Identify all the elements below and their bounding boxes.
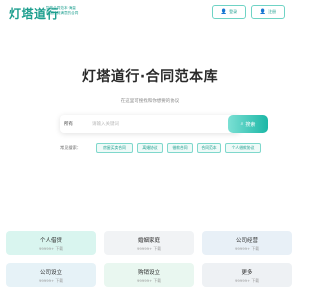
category-count: 99999+ 下载: [38, 278, 64, 283]
common-tag[interactable]: 借款合同: [167, 143, 193, 153]
register-button[interactable]: 👤 注册: [251, 5, 285, 19]
register-label: 注册: [268, 9, 277, 14]
common-tag[interactable]: 合同范本: [197, 143, 221, 153]
category-count: 99999+ 下载: [38, 246, 64, 251]
login-button[interactable]: 👤 登录: [212, 5, 246, 19]
page-title: 灯塔道行·合同范本库: [81, 69, 219, 85]
common-tag[interactable]: 房屋买卖合同: [96, 143, 133, 153]
category-title: 婚姻家庭: [137, 238, 160, 244]
category-title: 公司经营: [235, 238, 258, 244]
category-card-personal-loan[interactable]: 个人借贷 99999+ 下载: [6, 231, 96, 255]
category-count: 99999+ 下载: [234, 278, 260, 283]
category-card-more[interactable]: 更多 99999+ 下载: [202, 263, 292, 287]
search-category-select[interactable]: 所有: [64, 121, 73, 127]
page-subtitle: 在这里可搜找和你想要的协议: [120, 99, 180, 104]
category-card-marriage-family[interactable]: 婚姻家庭 99999+ 下载: [104, 231, 194, 255]
common-search-label: 常见搜索：: [60, 145, 81, 150]
common-tag[interactable]: 个人借款协议: [225, 143, 261, 153]
category-title: 更多: [241, 270, 253, 276]
top-navigation: 灯塔道行 智能合同范本·海量 助您找到满意的合同 👤 登录 👤 注册: [0, 0, 300, 28]
search-input[interactable]: [92, 118, 187, 130]
category-title: 公司设立: [39, 270, 62, 276]
category-count: 99999+ 下载: [234, 246, 260, 251]
search-icon: ⌕: [240, 120, 244, 127]
category-count: 99999+ 下载: [136, 278, 162, 283]
category-card-company-setup[interactable]: 公司设立 99999+ 下载: [6, 263, 96, 287]
search-button[interactable]: ⌕ 搜索: [228, 115, 268, 133]
tagline-line-2: 助您找到满意的合同: [46, 11, 79, 15]
user-icon: 👤: [220, 8, 228, 15]
search-box: 所有: [60, 115, 240, 133]
common-tag[interactable]: 离婚协议: [137, 143, 163, 153]
category-title: 购销设立: [137, 270, 160, 276]
login-label: 登录: [229, 9, 238, 14]
category-card-purchase-sale[interactable]: 购销设立 99999+ 下载: [104, 263, 194, 287]
user-add-icon: 👤: [259, 8, 267, 15]
search-button-label: 搜索: [245, 121, 256, 128]
category-card-company-operation[interactable]: 公司经营 99999+ 下载: [202, 231, 292, 255]
category-title: 个人借贷: [39, 238, 62, 244]
category-count: 99999+ 下载: [136, 246, 162, 251]
brand-tagline: 智能合同范本·海量 助您找到满意的合同: [46, 6, 78, 16]
